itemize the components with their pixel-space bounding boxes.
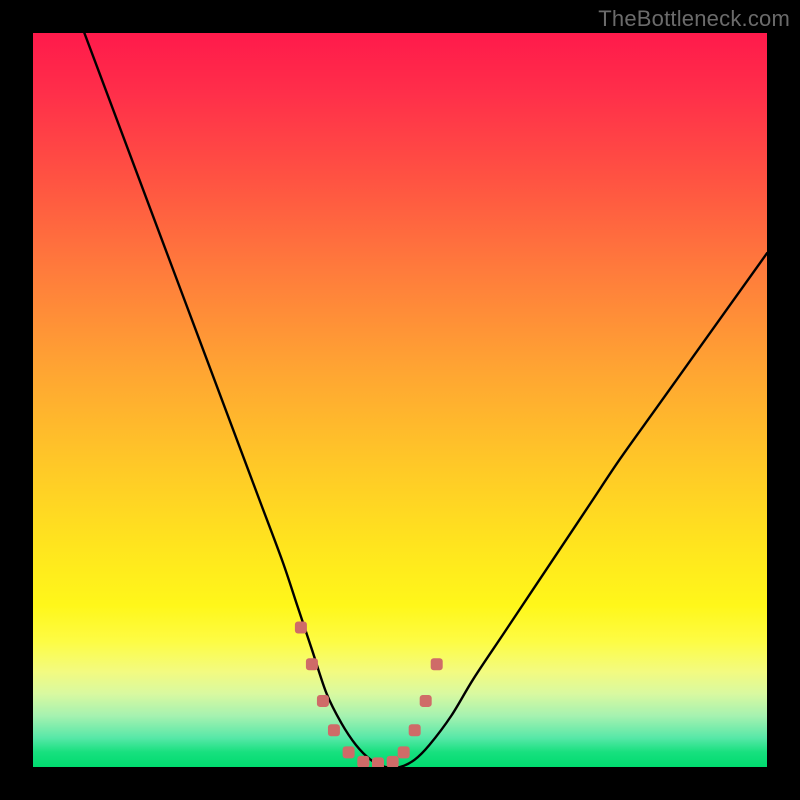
valley-marker [317, 695, 329, 707]
chart-frame: TheBottleneck.com [0, 0, 800, 800]
valley-marker [387, 756, 399, 767]
plot-area [33, 33, 767, 767]
valley-marker [420, 695, 432, 707]
valley-marker [409, 724, 421, 736]
valley-marker [372, 757, 384, 767]
valley-marker [431, 658, 443, 670]
valley-marker [328, 724, 340, 736]
valley-marker [295, 622, 307, 634]
valley-marker [343, 746, 355, 758]
valley-marker [357, 756, 369, 767]
watermark-text: TheBottleneck.com [598, 6, 790, 32]
valley-marker [306, 658, 318, 670]
valley-marker [398, 746, 410, 758]
valley-markers [295, 622, 443, 767]
chart-svg [33, 33, 767, 767]
bottleneck-curve-line [84, 33, 767, 767]
